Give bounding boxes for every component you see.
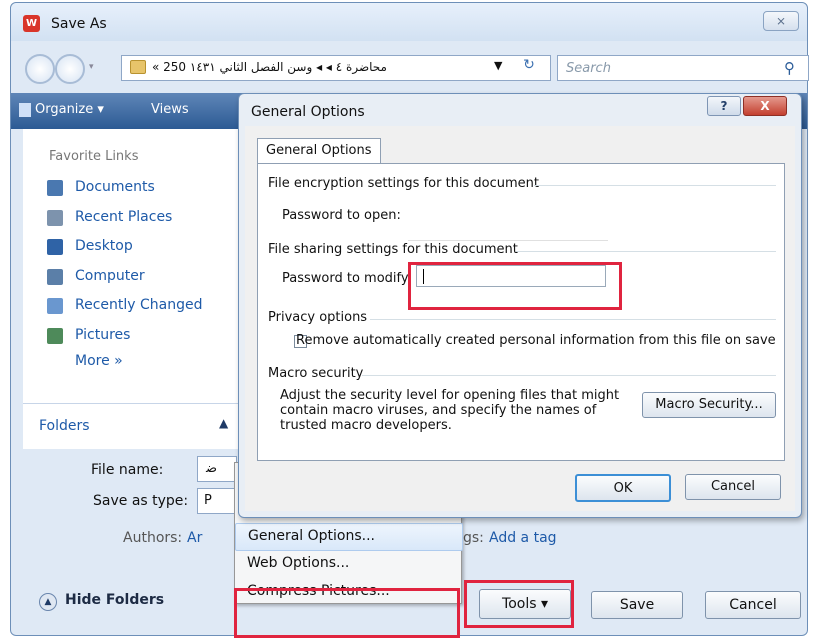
title-bar[interactable]: W Save As ⨯ (11, 3, 807, 41)
ok-button[interactable]: OK (575, 474, 671, 502)
back-button[interactable] (25, 54, 55, 84)
nav-item[interactable]: Documents (47, 177, 237, 201)
dialog-title: General Options (251, 104, 365, 120)
tags-label: gs: (463, 530, 484, 546)
search-placeholder: Search (566, 61, 611, 76)
address-bar[interactable]: محاضرة ٤ ◂ ◂ وسن الفصل الثاني ١٤٣١ 250 »… (121, 55, 551, 81)
separator (534, 185, 776, 186)
folder-icon (130, 60, 146, 74)
dialog-cancel-button[interactable]: Cancel (685, 474, 781, 500)
search-input[interactable]: Search ⚲ (557, 55, 809, 81)
tab-panel: File encryption settings for this docume… (257, 163, 785, 461)
hide-folders-label: Hide Folders (65, 592, 165, 608)
separator (362, 375, 776, 376)
recent-pages-arrow-icon[interactable]: ▾ (89, 62, 103, 76)
nav-item[interactable]: Recently Changed (47, 295, 237, 319)
privacy-checkbox-label[interactable]: Remove automatically created personal in… (296, 333, 776, 348)
nav-item-label: Computer (75, 267, 145, 284)
folders-label: Folders (39, 418, 90, 434)
cancel-button[interactable]: Cancel (705, 591, 801, 619)
recently-changed-icon (47, 298, 63, 314)
organize-icon (19, 103, 31, 117)
nav-item[interactable]: Recent Places (47, 207, 237, 231)
dialog-close-button[interactable]: X (743, 96, 787, 116)
file-name-input[interactable]: ﺿ (197, 456, 237, 482)
hide-folders-button[interactable]: ▲ Hide Folders (39, 591, 189, 615)
save-as-type-value: P (204, 493, 212, 508)
help-button[interactable]: ? (707, 96, 741, 116)
address-dropdown-icon[interactable]: ▼ (494, 59, 502, 72)
tab-general-options[interactable]: General Options (257, 138, 381, 164)
menu-item[interactable]: Web Options... (235, 551, 461, 577)
recent-places-icon (47, 209, 63, 226)
refresh-icon[interactable]: ↻ (516, 57, 542, 79)
privacy-heading: Privacy options (268, 310, 368, 325)
menu-item-label: General Options... (248, 528, 375, 544)
favorite-links-heading: Favorite Links (49, 149, 139, 164)
folders-bar[interactable]: Folders ▲ (23, 403, 243, 449)
app-icon: W (23, 15, 40, 32)
nav-item-label: Pictures (75, 326, 131, 343)
password-open-label: Password to open: (282, 208, 401, 223)
authors-value[interactable]: Ar (187, 530, 202, 546)
computer-icon (47, 268, 63, 285)
separator (516, 251, 776, 252)
authors-label: Authors: (123, 530, 183, 546)
macro-description: Adjust the security level for opening fi… (280, 388, 620, 433)
desktop-icon (47, 239, 63, 255)
chevron-up-icon[interactable]: ▲ (219, 416, 228, 430)
more-link[interactable]: More » (75, 353, 123, 369)
views-button[interactable]: Views (151, 102, 189, 117)
pictures-icon (47, 327, 63, 344)
file-name-label: File name: (91, 462, 164, 478)
macro-security-button[interactable]: Macro Security... (642, 392, 776, 418)
password-open-input[interactable] (408, 240, 608, 241)
tools-button-highlight (464, 580, 574, 628)
save-as-type-select[interactable]: P (197, 488, 237, 514)
menu-item-highlight (234, 588, 460, 638)
forward-button[interactable] (55, 54, 85, 84)
save-button[interactable]: Save (591, 591, 683, 619)
address-path[interactable]: محاضرة ٤ ◂ ◂ وسن الفصل الثاني ١٤٣١ 250 » (152, 60, 462, 74)
navigation-pane: Favorite Links More » Documents Recent Pl… (23, 129, 243, 449)
nav-item[interactable]: Computer (47, 266, 237, 290)
sharing-heading: File sharing settings for this document (268, 242, 518, 257)
nav-item[interactable]: Pictures (47, 325, 237, 349)
organize-button[interactable]: Organize ▾ (35, 102, 104, 117)
file-name-value: ﺿ (206, 461, 218, 476)
password-modify-label: Password to modify: (282, 271, 412, 286)
separator (370, 319, 776, 320)
nav-item-label: Recently Changed (75, 297, 203, 313)
menu-item[interactable]: General Options... (235, 523, 463, 551)
documents-icon (47, 180, 63, 196)
dialog-body: General Options File encryption settings… (245, 126, 795, 511)
search-icon[interactable]: ⚲ (784, 59, 795, 77)
chevron-up-icon: ▲ (39, 593, 57, 611)
tags-value[interactable]: Add a tag (489, 530, 557, 546)
nav-item-label: Recent Places (75, 208, 173, 225)
nav-item[interactable]: Desktop (47, 236, 237, 260)
nav-item-label: Documents (75, 179, 155, 195)
close-button[interactable]: ⨯ (763, 11, 799, 31)
nav-item-label: Desktop (75, 238, 133, 254)
save-as-type-label: Save as type: (93, 493, 189, 509)
encryption-heading: File encryption settings for this docume… (268, 176, 540, 191)
password-modify-highlight (408, 262, 622, 310)
menu-item-label: Web Options... (247, 555, 350, 571)
window-title: Save As (51, 16, 107, 32)
macro-heading: Macro security (268, 366, 364, 381)
